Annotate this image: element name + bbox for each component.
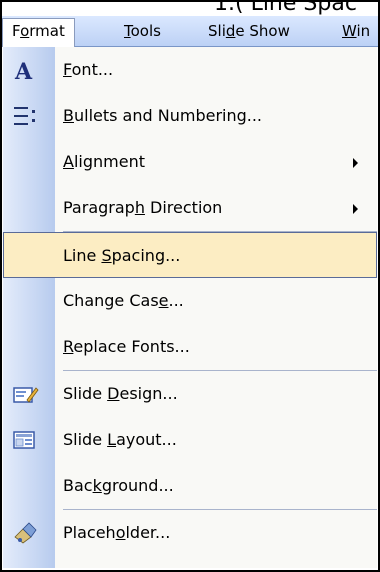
menu-item-change-case[interactable]: Change Case...	[3, 278, 377, 324]
menu-item-slide-design[interactable]: Slide Design...	[3, 371, 377, 417]
font-icon: A	[11, 56, 39, 85]
title-fragment-text: 1.( Line Spac	[214, 2, 357, 16]
menubar-format[interactable]: Format	[2, 18, 75, 47]
svg-text:A: A	[14, 59, 33, 84]
menu-item-line-spacing[interactable]: Line Spacing...	[3, 232, 377, 278]
submenu-arrow-icon	[353, 204, 358, 214]
menu-item-slide-layout[interactable]: Slide Layout...	[3, 417, 377, 463]
menubar-window[interactable]: Win	[342, 19, 370, 43]
format-dropdown-menu: A Font... Bullets and Numbering... Align…	[3, 47, 377, 568]
submenu-arrow-icon	[353, 158, 358, 168]
document-title-fragment: 1.( Line Spac	[2, 2, 378, 16]
menu-item-font[interactable]: A Font...	[3, 47, 377, 93]
menu-item-alignment[interactable]: Alignment	[3, 139, 377, 185]
slide-design-icon	[11, 380, 39, 408]
menu-item-paragraph-direction[interactable]: Paragraph Direction	[3, 185, 377, 231]
menu-item-replace-fonts[interactable]: Replace Fonts...	[3, 324, 377, 370]
menubar-tools[interactable]: Tools	[124, 19, 161, 43]
screenshot-frame: 1.( Line Spac Format Tools Slide Show Wi…	[0, 0, 380, 572]
menu-item-placeholder[interactable]: Placeholder...	[3, 510, 377, 556]
menu-item-background[interactable]: Background...	[3, 463, 377, 509]
slide-layout-icon	[11, 426, 39, 454]
menu-bar: Format Tools Slide Show Win	[2, 16, 378, 47]
bullets-icon	[11, 102, 39, 130]
menu-item-bullets-numbering[interactable]: Bullets and Numbering...	[3, 93, 377, 139]
placeholder-icon	[11, 519, 39, 547]
menubar-slide-show[interactable]: Slide Show	[208, 19, 290, 43]
